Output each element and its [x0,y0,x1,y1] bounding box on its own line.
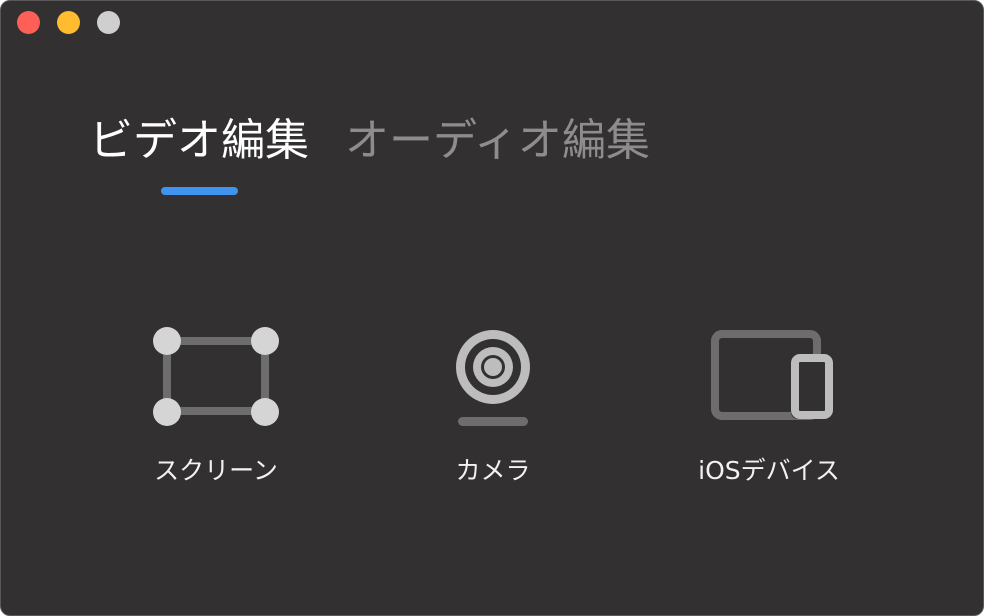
minimize-window-button[interactable] [57,11,80,34]
screen-label: スクリーン [154,456,278,485]
screen-recording-option[interactable]: スクリーン [116,319,316,499]
camera-label: カメラ [455,456,531,485]
ios-device-recording-option[interactable]: iOSデバイス [669,319,869,499]
tab-audio-editing[interactable]: オーディオ編集 [345,113,675,169]
tab-video-editing[interactable]: ビデオ編集 [89,113,319,169]
ios-device-label: iOSデバイス [698,456,840,485]
ios-device-icon [669,319,869,434]
webcam-icon [393,319,593,434]
close-window-button[interactable] [17,11,40,34]
zoom-window-button[interactable] [97,11,120,34]
app-window: ビデオ編集 オーディオ編集 スクリーン カメラ iOSデバイス [0,0,984,616]
camera-recording-option[interactable]: カメラ [393,319,593,499]
screen-region-icon [116,319,316,434]
active-tab-indicator [161,187,238,195]
